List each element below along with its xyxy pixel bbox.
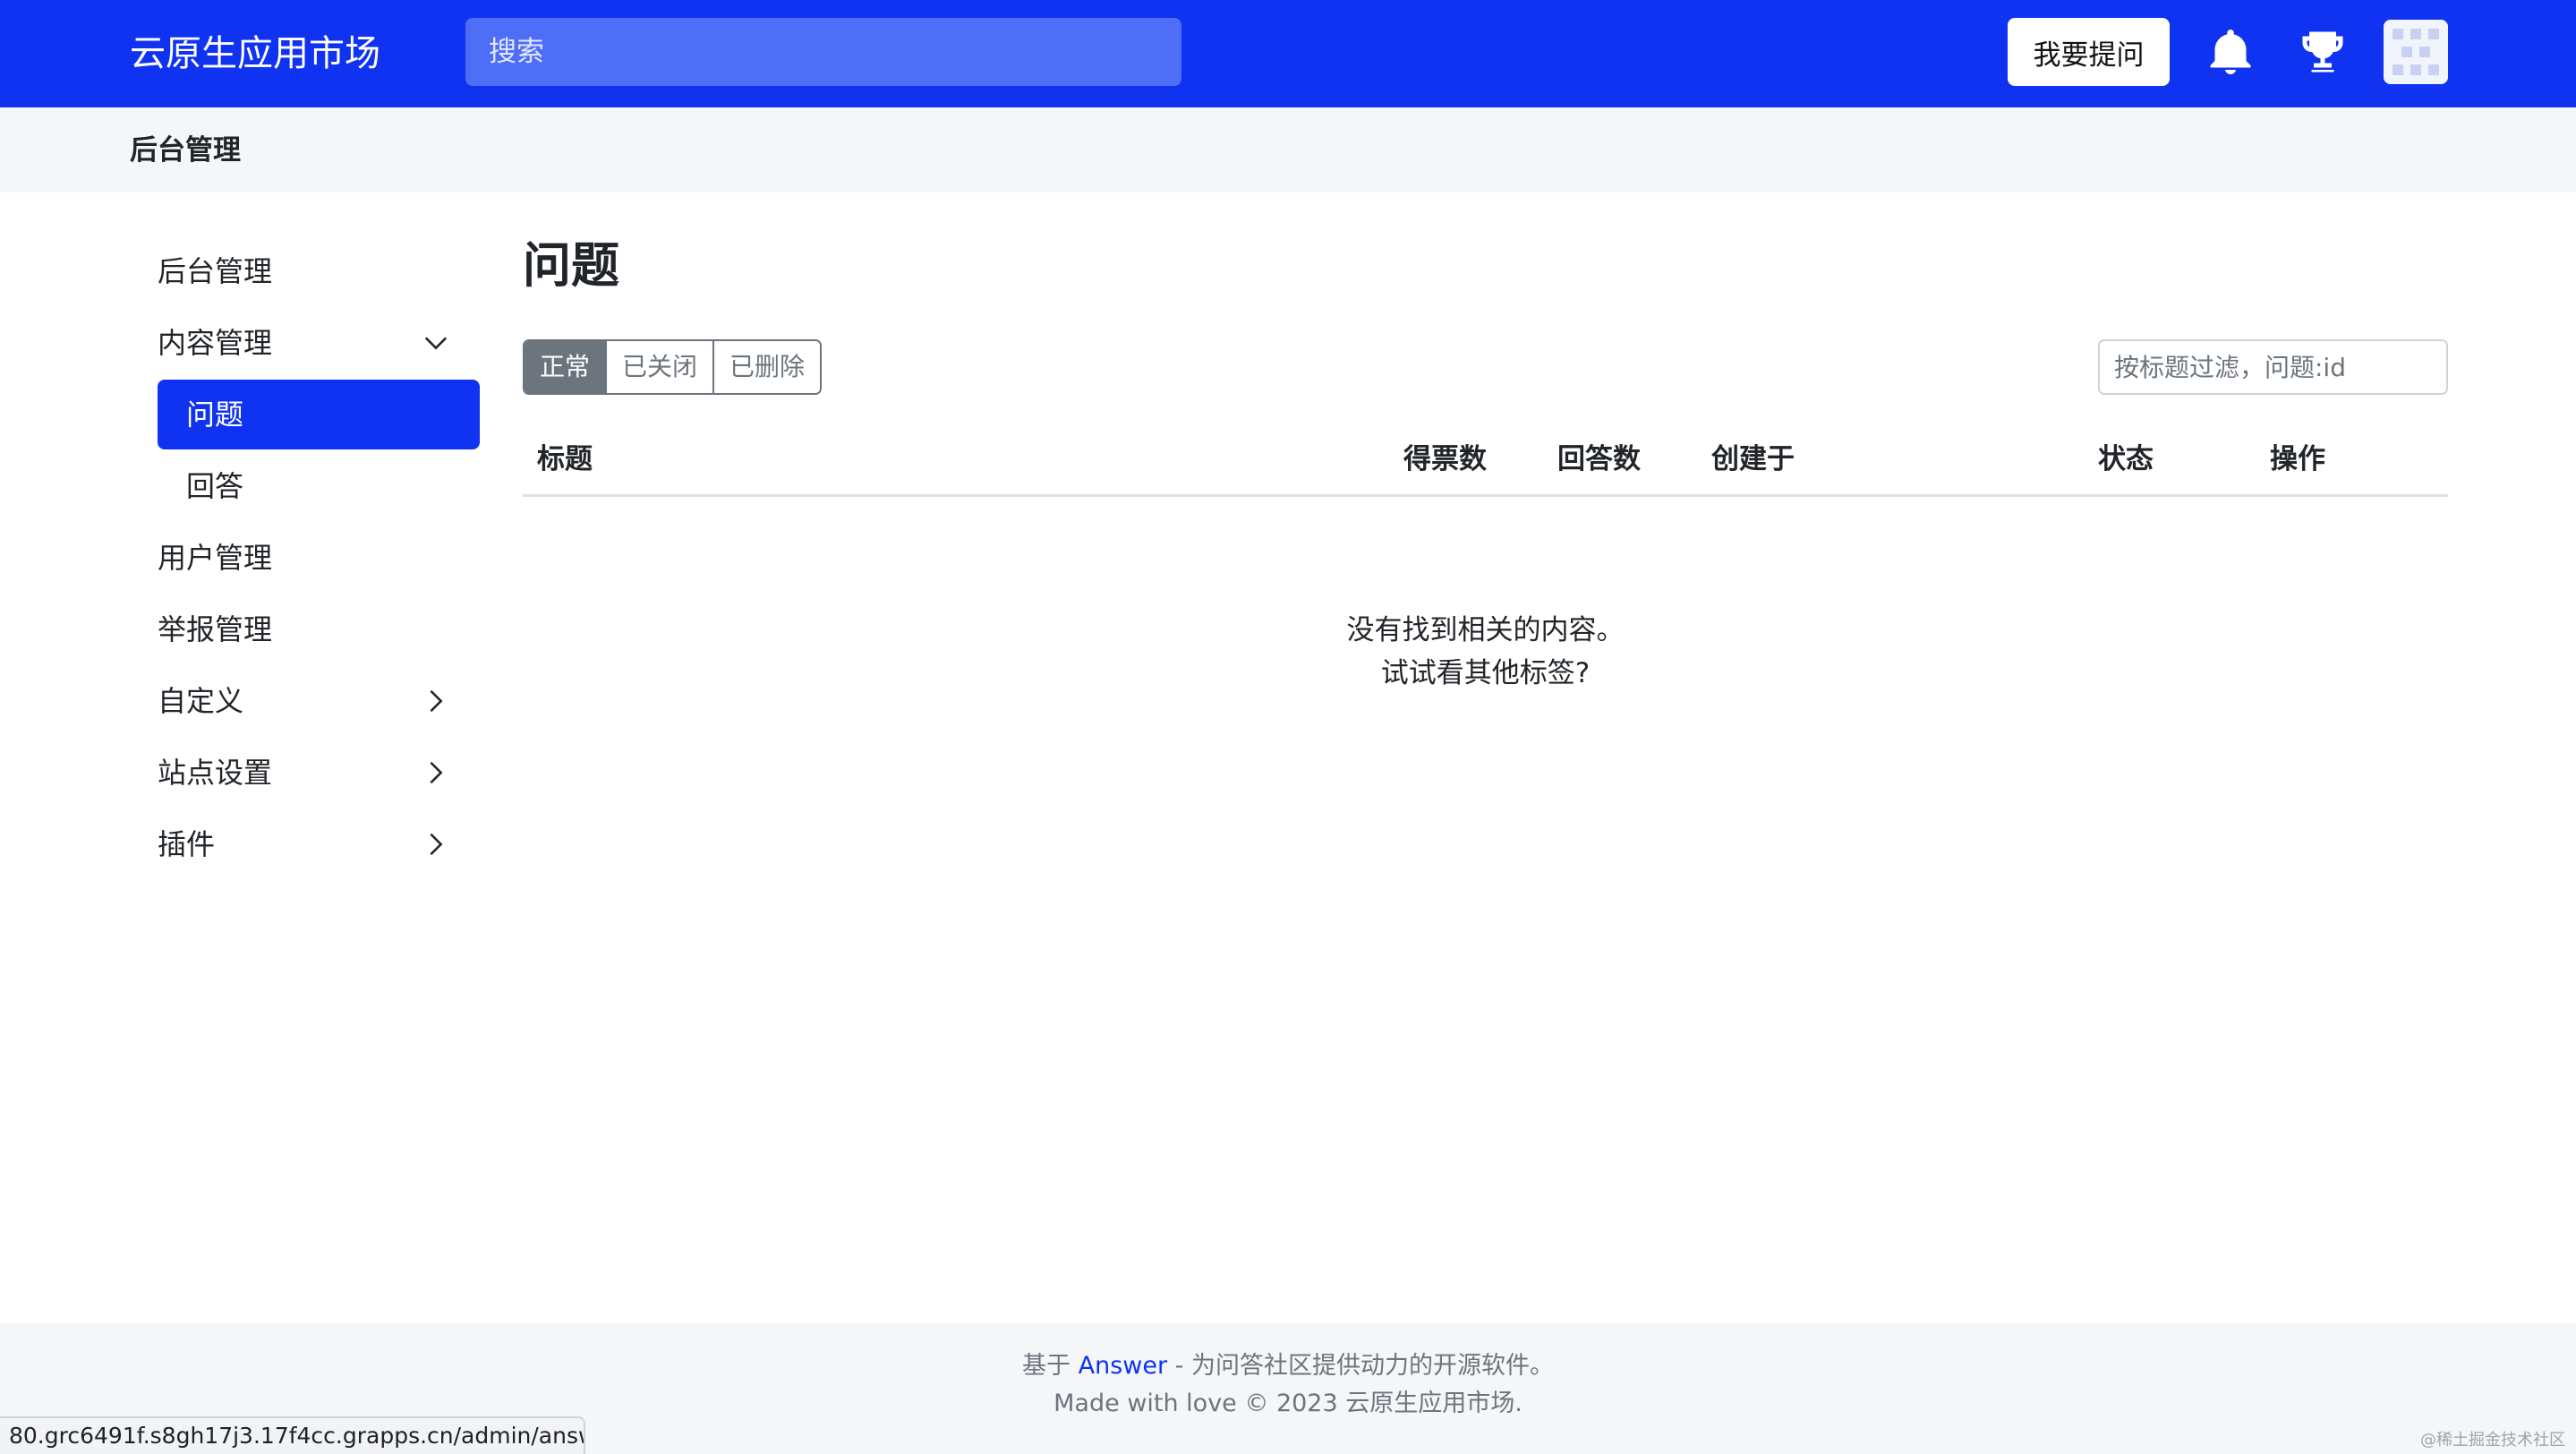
watermark: @稀土掘金技术社区 <box>2420 1431 2565 1450</box>
sidebar-item-label: 后台管理 <box>158 254 273 288</box>
column-status: 状态 <box>2098 443 2154 475</box>
column-created: 创建于 <box>1711 443 1795 475</box>
empty-hint: 试试看其他标签? <box>1380 657 1591 689</box>
avatar[interactable] <box>2384 20 2448 84</box>
sidebar-item-label: 用户管理 <box>158 541 273 575</box>
tab-normal[interactable]: 正常 <box>525 341 608 393</box>
footer-prefix: 基于 <box>1022 1352 1079 1380</box>
chevron-right-icon <box>430 689 443 713</box>
tab-closed[interactable]: 已关闭 <box>607 341 715 393</box>
search-input[interactable] <box>465 18 1181 86</box>
footer-powered-by: 基于 Answer - 为问答社区提供动力的开源软件。 <box>0 1348 2576 1384</box>
sidebar-item-label: 站点设置 <box>158 756 273 790</box>
footer-suffix: - 为问答社区提供动力的开源软件。 <box>1167 1352 1554 1380</box>
sidebar-item-dashboard[interactable]: 后台管理 <box>158 236 480 306</box>
sidebar-item-label: 自定义 <box>158 684 244 718</box>
sidebar-item-content[interactable]: 内容管理 <box>158 308 480 378</box>
status-tab-group: 正常 已关闭 已删除 <box>523 339 823 395</box>
column-title: 标题 <box>537 443 593 475</box>
sidebar-item-label: 问题 <box>186 398 244 432</box>
chevron-right-icon <box>430 833 443 856</box>
column-votes: 得票数 <box>1403 443 1487 475</box>
sidebar-item-reports[interactable]: 举报管理 <box>158 594 480 664</box>
top-navbar: 云原生应用市场 我要提问 <box>0 0 2576 107</box>
sidebar-item-label: 回答 <box>186 469 244 503</box>
avatar-pattern-icon <box>2384 20 2448 84</box>
answer-link[interactable]: Answer <box>1079 1352 1167 1380</box>
sidebar-item-questions[interactable]: 问题 <box>158 380 480 449</box>
chevron-down-icon <box>424 337 448 350</box>
sidebar-item-users[interactable]: 用户管理 <box>158 523 480 593</box>
sidebar-item-label: 举报管理 <box>158 612 273 646</box>
admin-title: 后台管理 <box>130 134 241 167</box>
chevron-right-icon <box>430 761 443 784</box>
sidebar-item-site-settings[interactable]: 站点设置 <box>158 738 480 808</box>
sidebar-item-label: 插件 <box>158 827 216 861</box>
empty-state: 没有找到相关的内容。 试试看其他标签? <box>523 609 2448 695</box>
empty-message: 没有找到相关的内容。 <box>1346 614 1625 646</box>
page-title: 问题 <box>523 237 619 294</box>
table-header: 标题 得票数 回答数 创建于 状态 操作 <box>523 432 2448 497</box>
sidebar-item-plugins[interactable]: 插件 <box>158 809 480 879</box>
sidebar-item-customize[interactable]: 自定义 <box>158 666 480 736</box>
filter-input[interactable] <box>2098 339 2448 395</box>
trophy-icon[interactable] <box>2296 25 2350 79</box>
bell-icon[interactable] <box>2204 25 2257 79</box>
brand-logo-text[interactable]: 云原生应用市场 <box>130 27 380 81</box>
browser-status-url: 80.grc6491f.s8gh17j3.17f4cc.grapps.cn/ad… <box>0 1416 585 1454</box>
tab-deleted[interactable]: 已删除 <box>714 341 821 393</box>
column-answers: 回答数 <box>1557 443 1641 475</box>
sidebar-item-answers[interactable]: 回答 <box>158 451 480 521</box>
admin-subheader: 后台管理 <box>0 107 2576 192</box>
ask-question-button[interactable]: 我要提问 <box>2008 18 2170 86</box>
sidebar-item-label: 内容管理 <box>158 326 273 360</box>
column-actions: 操作 <box>2270 443 2325 475</box>
